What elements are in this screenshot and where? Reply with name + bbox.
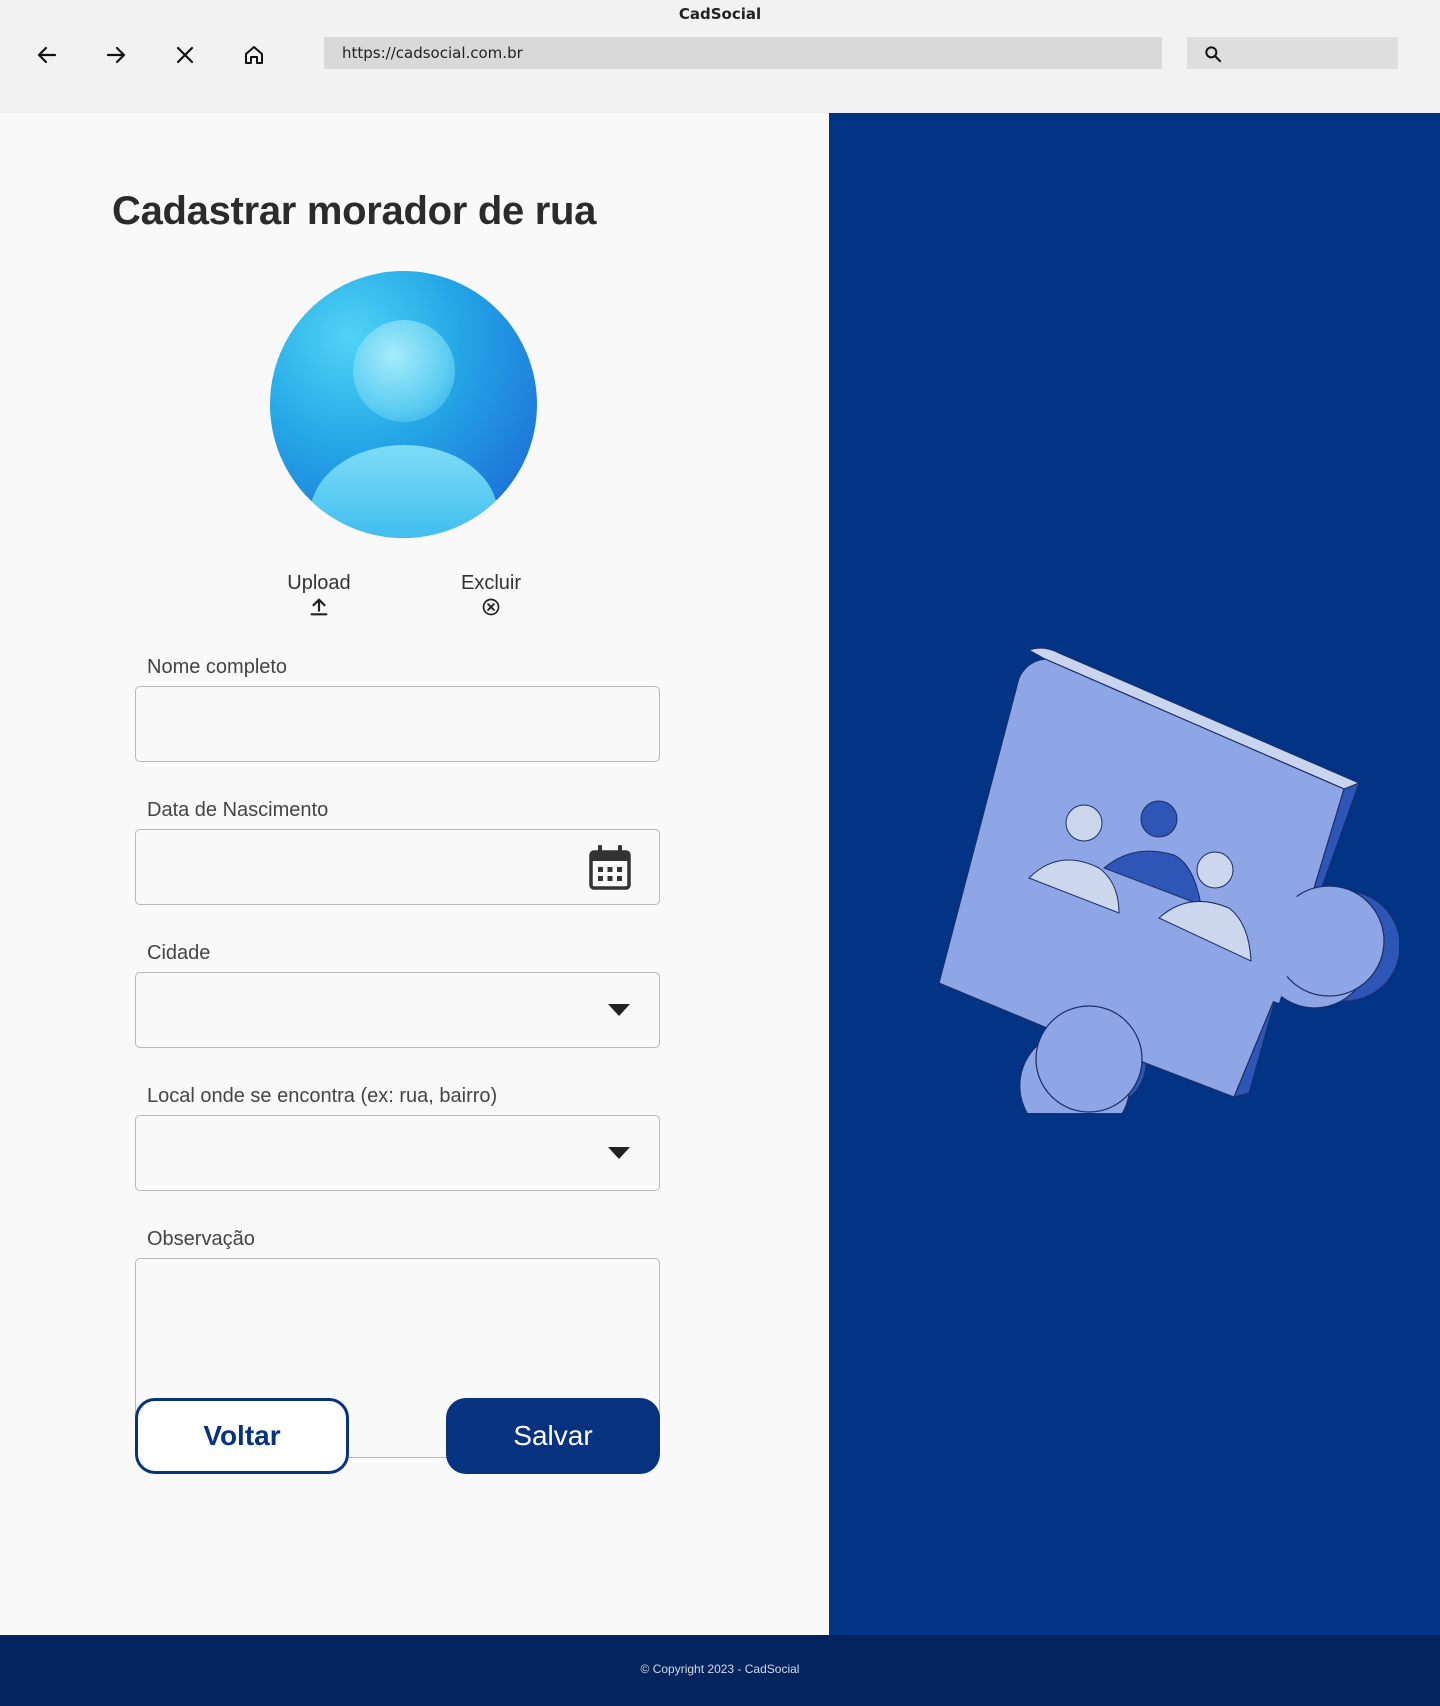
puzzle-piece-community-icon	[938, 647, 1399, 1113]
city-label: Cidade	[147, 942, 211, 964]
avatar-head	[353, 320, 455, 422]
dropdown-arrow-icon	[608, 1147, 630, 1159]
delete-photo-button[interactable]: Excluir	[451, 572, 531, 619]
close-icon	[176, 46, 194, 64]
form-panel: Cadastrar morador de rua Upload Excluir …	[0, 113, 829, 1635]
copyright-text: © Copyright 2023 - CadSocial	[640, 1662, 800, 1676]
user-avatar-icon	[270, 271, 537, 538]
calendar-icon[interactable]	[589, 844, 631, 890]
location-label: Local onde se encontra (ex: rua, bairro)	[147, 1085, 498, 1107]
illustration-panel	[829, 113, 1440, 1635]
save-button[interactable]: Salvar	[446, 1398, 660, 1474]
city-select[interactable]	[135, 972, 660, 1048]
page-title: Cadastrar morador de rua	[112, 189, 597, 233]
upload-label: Upload	[287, 572, 351, 594]
avatar-body	[310, 445, 498, 538]
search-icon	[1205, 46, 1222, 63]
close-circle-icon	[482, 598, 500, 616]
address-bar[interactable]: https://cadsocial.com.br	[324, 37, 1162, 69]
forward-button[interactable]	[100, 39, 132, 71]
back-arrow-icon	[37, 46, 57, 64]
delete-label: Excluir	[460, 572, 521, 594]
dropdown-arrow-icon	[608, 1004, 630, 1016]
browser-toolbar: CadSocial https://cadsocial.com.br	[0, 0, 1440, 113]
location-select[interactable]	[135, 1115, 660, 1191]
window-title: CadSocial	[678, 5, 762, 23]
notes-label: Observação	[147, 1228, 255, 1250]
birthdate-field[interactable]	[135, 829, 660, 905]
home-button[interactable]	[238, 39, 270, 71]
back-button[interactable]	[31, 39, 63, 71]
forward-arrow-icon	[106, 46, 126, 64]
back-button[interactable]: Voltar	[135, 1398, 349, 1474]
name-field[interactable]	[135, 686, 660, 762]
home-icon	[245, 46, 263, 64]
upload-icon	[310, 598, 328, 616]
footer: © Copyright 2023 - CadSocial	[0, 1635, 1440, 1706]
birthdate-label: Data de Nascimento	[147, 799, 329, 821]
upload-button[interactable]: Upload	[276, 572, 362, 619]
stop-button[interactable]	[169, 39, 201, 71]
name-label: Nome completo	[147, 656, 288, 678]
browser-search-box[interactable]	[1187, 37, 1398, 69]
